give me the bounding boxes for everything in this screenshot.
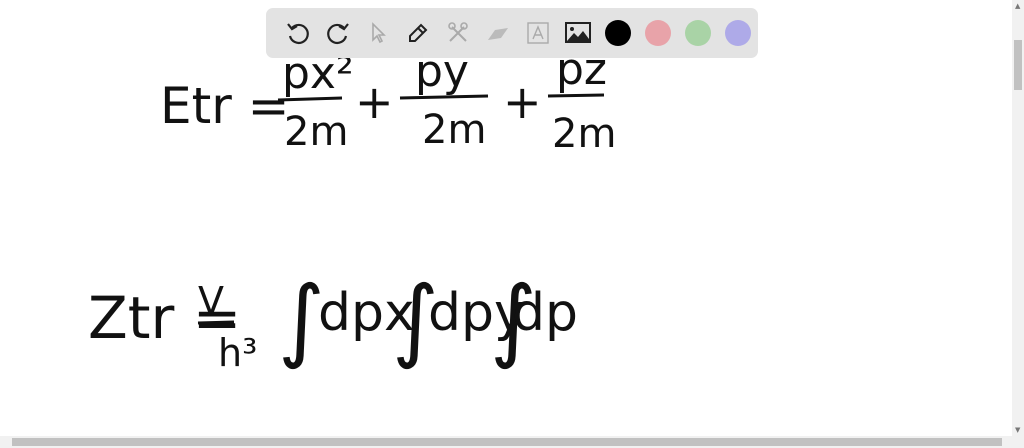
undo-icon — [287, 23, 309, 45]
scroll-down-icon[interactable]: ▼ — [1015, 426, 1020, 434]
equation-partition-function: Ztr = V h³ ∫ dpx ∫ dpy ∫ dp — [88, 267, 578, 375]
redo-button[interactable] — [318, 13, 358, 53]
select-button[interactable] — [358, 13, 398, 53]
vertical-scrollbar[interactable]: ▲ ▼ — [1012, 0, 1024, 436]
tools-button[interactable] — [438, 13, 478, 53]
fraction-bar — [277, 96, 343, 102]
pen-button[interactable] — [398, 13, 438, 53]
eraser-icon — [488, 28, 508, 40]
fraction-bar — [547, 93, 605, 98]
eq1-plus1: + — [355, 75, 394, 129]
text-button[interactable] — [518, 13, 558, 53]
eq1-den1: 2m — [284, 109, 348, 155]
eq1-lhs: Etr = — [160, 77, 290, 135]
text-icon — [527, 22, 549, 44]
eq2-term3: dp — [512, 283, 578, 343]
handwriting: Etr = px² 2m + py 2m + pz 2m Ztr = V h³ … — [88, 44, 616, 375]
equation-translational-energy: Etr = px² 2m + py 2m + pz 2m — [160, 44, 616, 157]
whiteboard-canvas[interactable]: Etr = px² 2m + py 2m + pz 2m Ztr = V h³ … — [0, 0, 1012, 436]
horizontal-scroll-thumb[interactable] — [12, 438, 1002, 446]
redo-icon — [327, 23, 349, 45]
fraction-bar — [399, 94, 489, 100]
horizontal-scrollbar[interactable] — [0, 436, 1024, 448]
eq1-den3: 2m — [552, 111, 616, 157]
tools-icon — [448, 22, 468, 42]
vertical-scroll-thumb[interactable] — [1014, 40, 1022, 90]
eq1-den2: 2m — [422, 107, 486, 153]
color-purple[interactable] — [718, 13, 758, 53]
drawing-toolbar — [266, 8, 758, 58]
color-green[interactable] — [678, 13, 718, 53]
color-black[interactable] — [598, 13, 638, 53]
eq2-num: V — [198, 279, 224, 323]
image-icon — [565, 22, 591, 43]
pen-icon — [409, 23, 428, 42]
color-pink[interactable] — [638, 13, 678, 53]
select-icon — [372, 22, 386, 44]
eq1-plus2: + — [503, 75, 542, 129]
eq2-den: h³ — [218, 331, 257, 375]
image-button[interactable] — [558, 13, 598, 53]
scroll-up-icon[interactable]: ▲ — [1015, 2, 1020, 10]
undo-button[interactable] — [278, 13, 318, 53]
eraser-button[interactable] — [478, 13, 518, 53]
fraction-bar — [197, 320, 235, 325]
